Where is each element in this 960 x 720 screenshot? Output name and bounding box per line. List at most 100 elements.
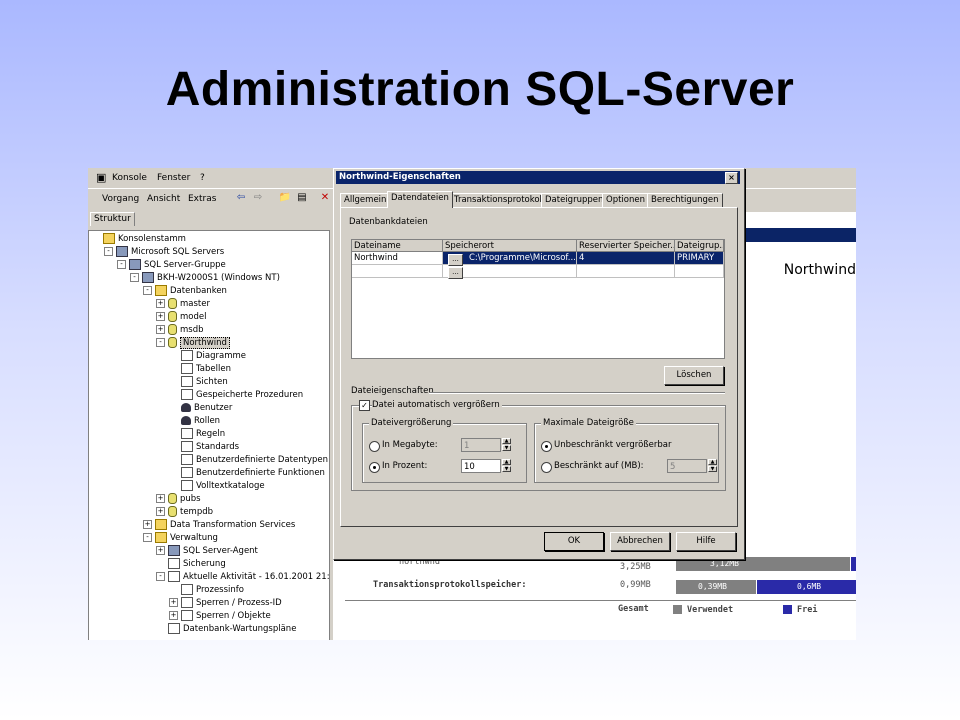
- growth-pct-label[interactable]: In Prozent:: [382, 461, 427, 472]
- tree-item[interactable]: Benutzerdefinierte Datentypen: [169, 454, 328, 466]
- collapse-icon[interactable]: -: [156, 572, 165, 581]
- menu-konsole[interactable]: Konsole: [112, 173, 147, 183]
- tree-item[interactable]: Standards: [169, 441, 239, 453]
- tree-item[interactable]: + SQL Server-Agent: [156, 545, 258, 557]
- tab-berechtigungen[interactable]: Berechtigungen: [647, 193, 723, 207]
- unlimited-label[interactable]: Unbeschränkt vergrößerbar: [554, 440, 671, 451]
- help-button[interactable]: Hilfe: [676, 532, 736, 551]
- tree-item[interactable]: + Data Transformation Services: [143, 519, 295, 531]
- spin-down-icon[interactable]: ▼: [708, 466, 717, 472]
- auto-grow-label[interactable]: Datei automatisch vergrößern: [372, 400, 502, 411]
- tab-optionen[interactable]: Optionen: [602, 193, 649, 207]
- tree-item[interactable]: - BKH-W2000S1 (Windows NT): [130, 272, 280, 284]
- spin-down-icon[interactable]: ▼: [502, 445, 511, 451]
- tree-item[interactable]: + model: [156, 311, 206, 323]
- show-tree-icon[interactable]: ▤: [295, 192, 309, 204]
- growth-mb-input[interactable]: 1: [461, 438, 501, 452]
- spin-down-icon[interactable]: ▼: [502, 466, 511, 472]
- delete-button[interactable]: Löschen: [664, 366, 724, 385]
- cell-reserved[interactable]: 4: [577, 252, 675, 265]
- menu-fenster[interactable]: Fenster: [157, 173, 190, 183]
- expand-icon[interactable]: +: [156, 494, 165, 503]
- tree-item[interactable]: + Sperren / Objekte: [169, 610, 271, 622]
- limited-input[interactable]: 5: [667, 459, 707, 473]
- tab-allgemein[interactable]: Allgemein: [340, 193, 391, 207]
- collapse-icon[interactable]: -: [143, 286, 152, 295]
- cell-group[interactable]: PRIMARY: [675, 252, 724, 265]
- spin-up-icon[interactable]: ▲: [502, 438, 511, 444]
- limited-radio[interactable]: [541, 462, 552, 473]
- expand-icon[interactable]: +: [169, 598, 178, 607]
- unlimited-radio[interactable]: [541, 441, 552, 452]
- expand-icon[interactable]: +: [156, 507, 165, 516]
- new-row-location[interactable]: [443, 265, 577, 278]
- menu-vorgang[interactable]: Vorgang: [102, 194, 139, 204]
- collapse-icon[interactable]: -: [117, 260, 126, 269]
- dialog-titlebar[interactable]: Northwind-Eigenschaften ×: [336, 171, 740, 184]
- tree-item[interactable]: + master: [156, 298, 210, 310]
- tree-item[interactable]: + pubs: [156, 493, 201, 505]
- tree-item[interactable]: Rollen: [169, 415, 220, 427]
- cell-name[interactable]: Northwind: [352, 252, 443, 265]
- tree-item[interactable]: - Aktuelle Aktivität - 16.01.2001 21:51: [156, 571, 329, 583]
- collapse-icon[interactable]: -: [143, 533, 152, 542]
- col-dateigruppe[interactable]: Dateigrup...: [675, 240, 724, 252]
- app-icon[interactable]: ▣: [96, 171, 106, 184]
- growth-mb-label[interactable]: In Megabyte:: [382, 440, 438, 451]
- menu-extras[interactable]: Extras: [188, 194, 216, 204]
- tree-item[interactable]: - Microsoft SQL Servers: [104, 246, 224, 258]
- tab-dateigruppen[interactable]: Dateigruppen: [541, 193, 608, 207]
- tree-item[interactable]: Gespeicherte Prozeduren: [169, 389, 303, 401]
- auto-grow-checkbox[interactable]: ✓: [359, 400, 370, 411]
- limited-spinner[interactable]: ▲ ▼: [708, 459, 717, 473]
- growth-mb-radio[interactable]: [369, 441, 380, 452]
- tree-item[interactable]: + msdb: [156, 324, 204, 336]
- tree-item[interactable]: Datenbank-Wartungspläne: [156, 623, 296, 635]
- limited-label[interactable]: Beschränkt auf (MB):: [554, 461, 644, 472]
- ok-button[interactable]: OK: [544, 532, 604, 551]
- tree-item[interactable]: Tabellen: [169, 363, 231, 375]
- col-speicherort[interactable]: Speicherort: [443, 240, 577, 252]
- close-button[interactable]: ×: [725, 172, 738, 184]
- tree-item[interactable]: Volltextkataloge: [169, 480, 265, 492]
- tree-item[interactable]: Benutzer: [169, 402, 232, 414]
- tree-item[interactable]: - Northwind: [156, 337, 230, 349]
- tree-item[interactable]: Prozessinfo: [169, 584, 244, 596]
- back-arrow-icon[interactable]: ⇦: [234, 192, 248, 204]
- expand-icon[interactable]: +: [156, 299, 165, 308]
- tree-item[interactable]: + Sperren / Prozess-ID: [169, 597, 282, 609]
- tree-item[interactable]: Sichten: [169, 376, 228, 388]
- spin-up-icon[interactable]: ▲: [502, 459, 511, 465]
- expand-icon[interactable]: +: [156, 312, 165, 321]
- delete-icon[interactable]: ✕: [318, 192, 332, 204]
- col-dateiname[interactable]: Dateiname: [352, 240, 443, 252]
- spin-up-icon[interactable]: ▲: [708, 459, 717, 465]
- collapse-icon[interactable]: -: [156, 338, 165, 347]
- new-row-reserved[interactable]: [577, 265, 675, 278]
- up-folder-icon[interactable]: 📁: [278, 192, 292, 204]
- col-reserviert[interactable]: Reservierter Speicher...: [577, 240, 675, 252]
- console-tree[interactable]: Konsolenstamm - Microsoft SQL Servers - SQL …: [88, 230, 330, 640]
- menu-help[interactable]: ?: [200, 173, 205, 183]
- cell-location[interactable]: C:\Programme\Microsof...: [443, 252, 577, 265]
- expand-icon[interactable]: +: [143, 520, 152, 529]
- tree-item[interactable]: - SQL Server-Gruppe: [117, 259, 226, 271]
- files-grid[interactable]: Dateiname Speicherort Reservierter Speic…: [351, 239, 725, 359]
- tree-item[interactable]: Konsolenstamm: [91, 233, 186, 245]
- expand-icon[interactable]: +: [156, 325, 165, 334]
- expand-icon[interactable]: +: [156, 546, 165, 555]
- collapse-icon[interactable]: -: [104, 247, 113, 256]
- tab-datendateien[interactable]: Datendateien: [387, 191, 453, 208]
- tree-item[interactable]: Diagramme: [169, 350, 246, 362]
- menu-ansicht[interactable]: Ansicht: [147, 194, 180, 204]
- tree-item[interactable]: - Datenbanken: [143, 285, 227, 297]
- tab-transaktionsprotokoll[interactable]: Transaktionsprotokoll: [450, 193, 549, 207]
- forward-arrow-icon[interactable]: ⇨: [251, 192, 265, 204]
- tree-item[interactable]: + tempdb: [156, 506, 213, 518]
- cancel-button[interactable]: Abbrechen: [610, 532, 670, 551]
- browse-button-new[interactable]: ...: [448, 267, 463, 279]
- tree-item[interactable]: Sicherung: [156, 558, 226, 570]
- tree-item[interactable]: - Verwaltung: [143, 532, 218, 544]
- tree-item[interactable]: Regeln: [169, 428, 225, 440]
- tree-item[interactable]: Benutzerdefinierte Funktionen: [169, 467, 325, 479]
